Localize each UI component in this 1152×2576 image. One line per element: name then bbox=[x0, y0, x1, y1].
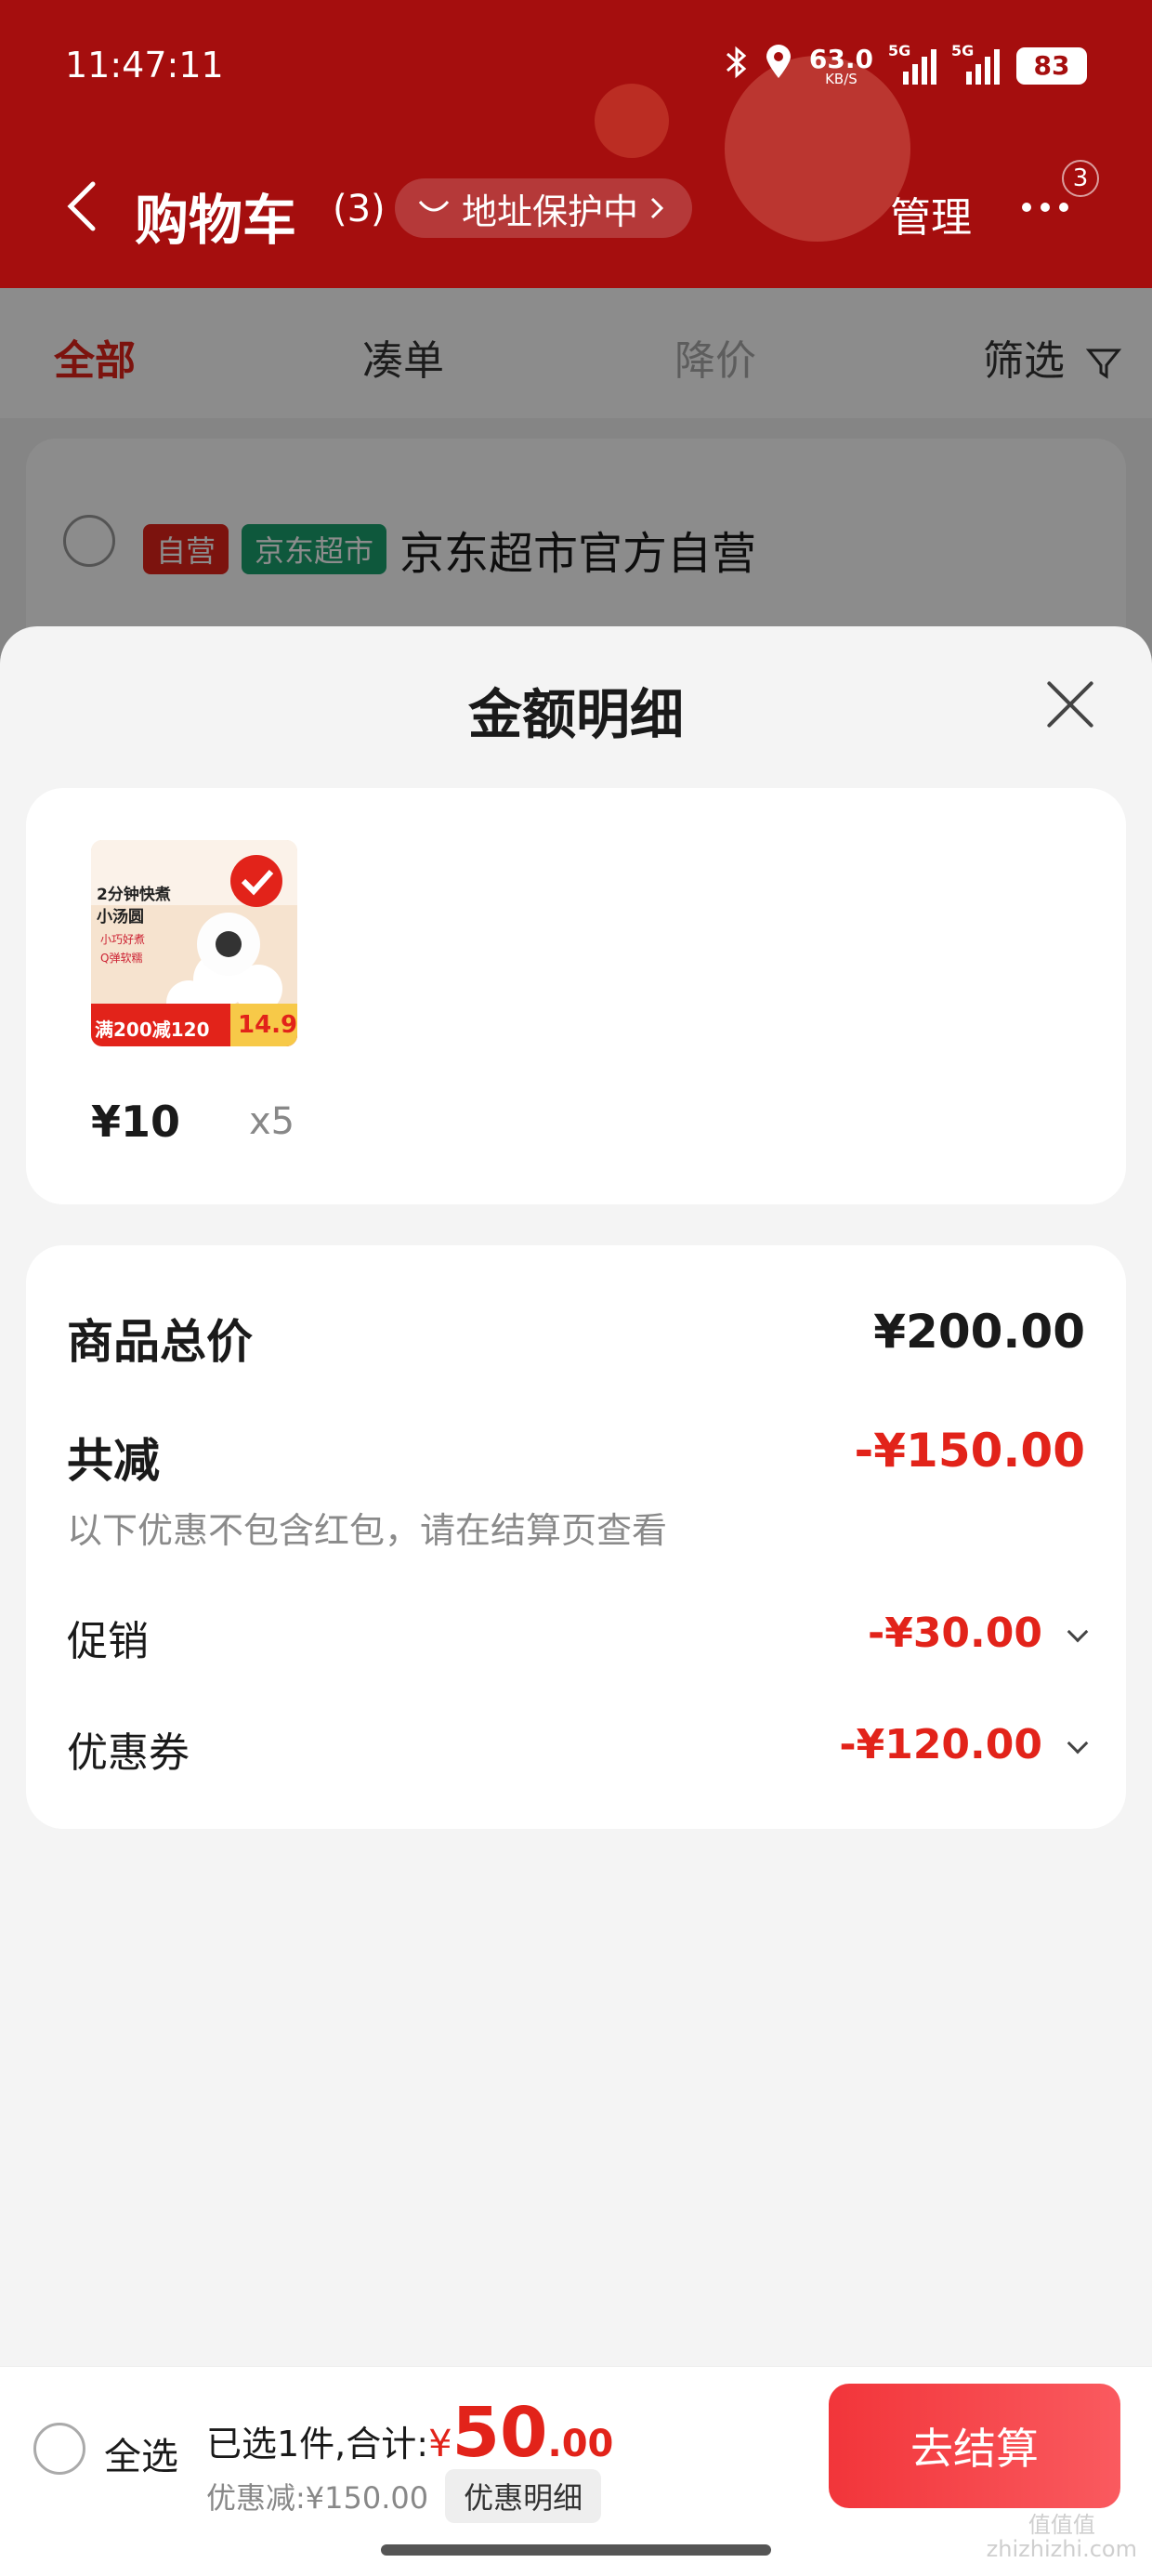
reduction-note: 以下优惠不包含红包，请在结算页查看 bbox=[67, 1510, 668, 1551]
selected-count-text: 已选1件,合计: bbox=[206, 2424, 429, 2464]
reduction-value: -¥150.00 bbox=[854, 1424, 1086, 1478]
product-image: 2分钟快煮 小汤圆 小巧好煮 Q弹软糯 满200减120 14.9 bbox=[91, 840, 297, 1046]
promotion-row[interactable]: 促销 -¥30.00 bbox=[67, 1608, 1089, 1665]
reduction-row: 共减 -¥150.00 bbox=[67, 1424, 1086, 1488]
signal-icon: 5G bbox=[951, 42, 1000, 85]
battery-icon: 83 bbox=[1016, 47, 1087, 85]
status-icons: 63.0 KB/S 5G 5G 83 bbox=[726, 42, 1087, 87]
select-all-radio[interactable] bbox=[33, 2423, 85, 2475]
manage-button[interactable]: 管理 bbox=[890, 184, 972, 243]
checkout-button[interactable]: 去结算 bbox=[829, 2384, 1120, 2508]
watermark: 值值值 zhizhizhi.com bbox=[986, 2512, 1137, 2563]
chevron-down-icon[interactable] bbox=[1067, 1621, 1089, 1643]
smile-icon bbox=[418, 201, 450, 212]
cart-count: (3) bbox=[333, 188, 386, 230]
more-menu-icon[interactable] bbox=[1022, 203, 1068, 212]
total-amount-decimal: .00 bbox=[547, 2423, 614, 2465]
promotion-value: -¥30.00 bbox=[867, 1610, 1042, 1657]
discount-summary: 优惠减:¥150.00 优惠明细 bbox=[206, 2469, 602, 2523]
total-price-label: 商品总价 bbox=[67, 1315, 253, 1369]
product-card: 2分钟快煮 小汤圆 小巧好煮 Q弹软糯 满200减120 14.9 ¥10 x5 bbox=[26, 788, 1126, 1204]
close-icon[interactable] bbox=[1044, 678, 1096, 730]
home-indicator[interactable] bbox=[381, 2544, 771, 2556]
product-image-feature: Q弹软糯 bbox=[100, 952, 143, 965]
nav-bar: 购物车 (3) 地址保护中 管理 3 bbox=[0, 160, 1152, 252]
reduction-label: 共减 bbox=[67, 1434, 160, 1488]
select-all-label[interactable]: 全选 bbox=[104, 2426, 178, 2480]
product-image-price: 14.9 bbox=[238, 1011, 297, 1039]
product-image-text: 小汤圆 bbox=[97, 908, 144, 927]
total-price-row: 商品总价 ¥200.00 bbox=[67, 1305, 1085, 1369]
product-image-promo: 满200减120 bbox=[95, 1019, 210, 1041]
signal-icon: 5G bbox=[888, 42, 936, 85]
discount-text: 优惠减:¥150.00 bbox=[206, 2480, 429, 2516]
price-summary-card: 商品总价 ¥200.00 共减 -¥150.00 以下优惠不包含红包，请在结算页… bbox=[26, 1245, 1126, 1829]
status-bar: 11:47:11 63.0 KB/S 5G 5G 83 bbox=[65, 42, 1087, 91]
promotion-label: 促销 bbox=[67, 1618, 149, 1665]
firework-decoration bbox=[595, 84, 669, 158]
notification-badge: 3 bbox=[1062, 160, 1099, 197]
product-price: ¥10 bbox=[91, 1097, 181, 1147]
back-arrow-icon[interactable] bbox=[63, 178, 100, 234]
total-amount: 50 bbox=[452, 2393, 548, 2473]
page-title: 购物车 bbox=[135, 189, 297, 252]
address-protection-pill[interactable]: 地址保护中 bbox=[395, 178, 693, 238]
location-icon bbox=[765, 45, 792, 87]
status-time: 11:47:11 bbox=[65, 45, 224, 85]
bluetooth-icon bbox=[726, 46, 748, 86]
product-quantity: x5 bbox=[249, 1100, 295, 1143]
app-header: 11:47:11 63.0 KB/S 5G 5G 83 购物车 (3) 地址保护… bbox=[0, 0, 1152, 288]
coupon-row[interactable]: 优惠券 -¥120.00 bbox=[67, 1719, 1089, 1777]
product-image-text: 2分钟快煮 bbox=[97, 886, 171, 904]
address-protect-label: 地址保护中 bbox=[462, 191, 639, 232]
currency-symbol: ¥ bbox=[428, 2423, 452, 2465]
discount-detail-button[interactable]: 优惠明细 bbox=[445, 2469, 602, 2523]
sheet-title: 金额明细 bbox=[467, 683, 684, 746]
selected-summary: 已选1件,合计: ¥ 50 .00 bbox=[206, 2393, 613, 2473]
product-image-feature: 小巧好煮 bbox=[100, 933, 146, 946]
amount-detail-sheet: 金额明细 2分钟快煮 小汤圆 小巧好煮 Q弹软糯 满200减120 14.9 ¥… bbox=[0, 626, 1152, 2576]
coupon-label: 优惠券 bbox=[67, 1729, 190, 1777]
net-speed: 63.0 KB/S bbox=[808, 43, 873, 87]
chevron-right-icon bbox=[650, 197, 664, 219]
total-price-value: ¥200.00 bbox=[873, 1305, 1085, 1359]
coupon-value: -¥120.00 bbox=[839, 1721, 1042, 1768]
chevron-down-icon[interactable] bbox=[1067, 1732, 1089, 1755]
